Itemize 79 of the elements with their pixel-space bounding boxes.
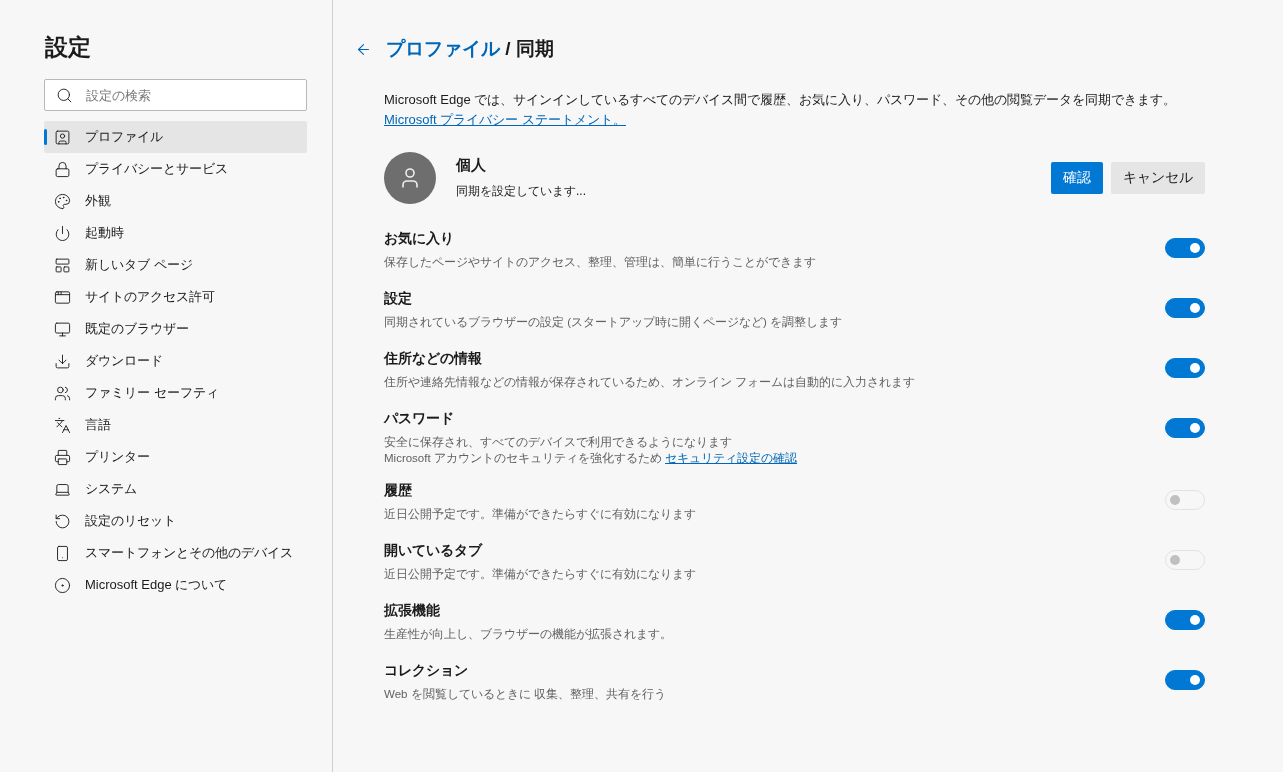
sidebar-item-label: 言語 (85, 416, 111, 434)
family-icon (54, 384, 71, 402)
search-field[interactable]: 設定の検索 (44, 79, 307, 111)
sidebar-item[interactable]: 言語 (44, 409, 307, 441)
sidebar-item-label: 起動時 (85, 224, 124, 242)
sidebar-item-label: Microsoft Edge について (85, 576, 228, 594)
sidebar-item-label: スマートフォンとその他のデバイス (85, 544, 293, 562)
sync-item-description: 生産性が向上し、ブラウザーの機能が拡張されます。 (384, 627, 672, 642)
profile-name: 個人 (456, 156, 487, 175)
sync-item-description: Web を閲覧しているときに 収集、整理、共有を行う (384, 687, 666, 702)
sidebar-item-label: システム (85, 480, 137, 498)
sidebar-item[interactable]: 外観 (44, 185, 307, 217)
lock-icon (54, 160, 71, 178)
sidebar-item[interactable]: ダウンロード (44, 345, 307, 377)
toggle-switch[interactable] (1165, 418, 1205, 438)
sync-status: 同期を設定しています... (456, 183, 587, 200)
sync-item-title: 開いているタブ (384, 542, 484, 560)
sidebar-item-label: サイトのアクセス許可 (85, 288, 215, 306)
toggle-switch[interactable] (1165, 298, 1205, 318)
sidebar-item[interactable]: サイトのアクセス許可 (44, 281, 307, 313)
sidebar-item[interactable]: ファミリー セーフティ (44, 377, 307, 409)
sync-item-title: パスワード (384, 410, 455, 428)
sidebar-item[interactable]: プリンター (44, 441, 307, 473)
sync-item-title: 住所などの情報 (384, 350, 483, 368)
sidebar-item-label: ファミリー セーフティ (85, 384, 219, 402)
phone-icon (54, 544, 71, 562)
intro-text: Microsoft Edge では、サインインしているすべてのデバイス間で履歴、お気に入り、パスワード、その他の閲覧データを同期できます。 Microsoft プライバシー ステートメント。 (384, 91, 1178, 129)
sync-item-title: 履歴 (384, 482, 413, 500)
sidebar-item-label: 新しいタブ ページ (85, 256, 193, 274)
toggle-switch[interactable] (1165, 358, 1205, 378)
power-icon (54, 224, 71, 242)
sync-item-description: 住所や連絡先情報などの情報が保存されているため、オンライン フォームは自動的に入力されます (384, 375, 916, 390)
sync-item-description: 近日公開予定です。準備ができたらすぐに有効になります (384, 567, 696, 582)
sidebar-item[interactable]: プロファイル (44, 121, 307, 153)
privacy-link[interactable]: Microsoft プライバシー ステートメント。 (384, 112, 626, 127)
confirm-button[interactable]: 確認 (1051, 162, 1103, 194)
reset-icon (54, 512, 71, 530)
download-icon (54, 352, 71, 370)
page-title: 同期 (515, 38, 554, 59)
sync-item-title: お気に入り (384, 230, 455, 248)
security-link[interactable]: セキュリティ設定の確認 (665, 452, 798, 464)
sync-item-description: 保存したページやサイトのアクセス、整理、管理は、簡単に行うことができます (384, 255, 816, 270)
sidebar-item-label: ダウンロード (85, 352, 163, 370)
sidebar-item-label: 既定のブラウザー (85, 320, 189, 338)
toggle-switch[interactable] (1165, 610, 1205, 630)
palette-icon (54, 192, 71, 210)
sidebar-item-label: 設定のリセット (85, 512, 176, 530)
sync-item-title: コレクション (384, 662, 469, 680)
toggle-switch[interactable] (1165, 670, 1205, 690)
sidebar-title: 設定 (45, 33, 92, 62)
sidebar-item[interactable]: システム (44, 473, 307, 505)
sync-item-title: 拡張機能 (384, 602, 441, 620)
sidebar-item[interactable]: Microsoft Edge について (44, 569, 307, 601)
sync-item-description: 安全に保存され、すべてのデバイスで利用できるようになります (384, 435, 733, 450)
selection-indicator (44, 129, 47, 145)
sidebar-item[interactable]: 既定のブラウザー (44, 313, 307, 345)
sidebar-item-label: プロファイル (85, 128, 163, 146)
browser-icon (54, 320, 71, 338)
sidebar-item[interactable]: 新しいタブ ページ (44, 249, 307, 281)
search-icon (56, 87, 73, 104)
language-icon (54, 416, 71, 434)
sidebar-item[interactable]: プライバシーとサービス (44, 153, 307, 185)
breadcrumb-separator: / (505, 38, 511, 59)
sync-item-note: Microsoft アカウントのセキュリティを強化するため セキュリティ設定の確認 (384, 451, 798, 466)
sidebar-item-label: 外観 (85, 192, 111, 210)
sync-item-description: 同期されているブラウザーの設定 (スタートアップ時に開くページなど) を調整します (384, 315, 843, 330)
sync-item-description: 近日公開予定です。準備ができたらすぐに有効になります (384, 507, 696, 522)
breadcrumb-link[interactable]: プロファイル (386, 38, 500, 59)
cancel-button[interactable]: キャンセル (1111, 162, 1205, 194)
toggle-switch[interactable] (1165, 238, 1205, 258)
sidebar-item[interactable]: 起動時 (44, 217, 307, 249)
sidebar-item-label: プライバシーとサービス (85, 160, 228, 178)
printer-icon (54, 448, 71, 466)
sidebar-item-label: プリンター (85, 448, 150, 466)
profile-icon (54, 128, 71, 146)
new-tab-icon (54, 256, 71, 274)
sidebar-item[interactable]: 設定のリセット (44, 505, 307, 537)
sync-item-title: 設定 (384, 290, 413, 308)
sidebar-item[interactable]: スマートフォンとその他のデバイス (44, 537, 307, 569)
